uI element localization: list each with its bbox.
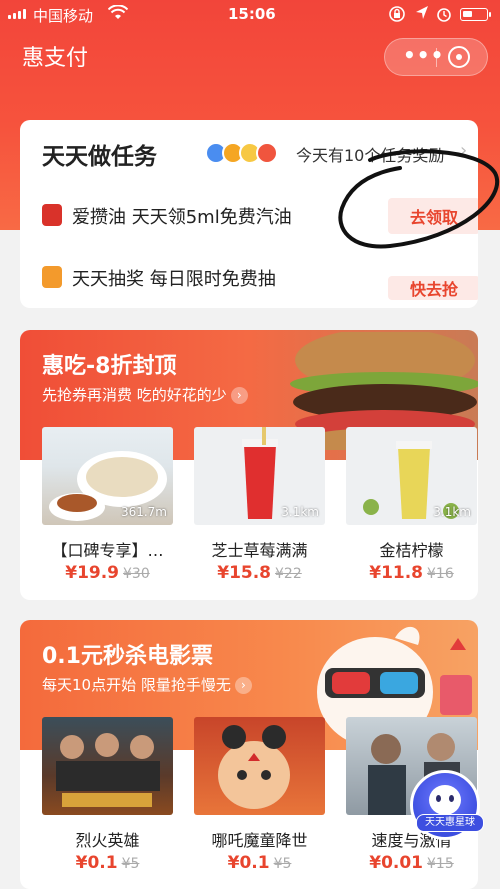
carrier-label: 中国移动 bbox=[33, 7, 94, 25]
item-name: 金桔柠檬 bbox=[379, 541, 444, 560]
movie-name: 烈火英雄 bbox=[75, 831, 140, 850]
movie-poster bbox=[42, 717, 173, 815]
more-button[interactable]: ••• bbox=[403, 43, 444, 67]
chevron-right-icon[interactable]: › bbox=[460, 140, 467, 161]
price-row: ¥15.8 ¥22 bbox=[194, 563, 325, 583]
original-price: ¥16 bbox=[427, 566, 454, 582]
claim-button[interactable]: 去领取 bbox=[388, 198, 478, 234]
task-card: 天天做任务 今天有10个任务奖励 › 爱攒油 天天领5ml免费汽油 去领取 天天… bbox=[20, 120, 478, 308]
grab-button[interactable]: 快去抢 bbox=[388, 276, 478, 300]
price-row: ¥19.9 ¥30 bbox=[42, 563, 173, 583]
alarm-icon bbox=[435, 5, 453, 27]
gift-icon bbox=[42, 266, 62, 288]
price-row: ¥11.8 ¥16 bbox=[346, 563, 477, 583]
original-price: ¥5 bbox=[273, 856, 292, 872]
location-icon bbox=[415, 5, 429, 25]
food-subtitle[interactable]: 先抢券再消费 吃的好花的少 › bbox=[42, 384, 248, 405]
close-icon[interactable] bbox=[448, 46, 470, 68]
movie-name: 哪吒魔童降世 bbox=[211, 831, 308, 850]
signal-icon bbox=[8, 9, 26, 19]
chevron-right-icon[interactable]: › bbox=[234, 677, 252, 694]
sale-price: ¥19.9 bbox=[65, 563, 120, 583]
mascot-icon bbox=[429, 785, 461, 815]
price-row: ¥0.1 ¥5 bbox=[42, 853, 173, 873]
sale-price: ¥0.1 bbox=[75, 853, 118, 873]
food-title: 惠吃-8折封顶 bbox=[42, 354, 177, 379]
original-price: ¥5 bbox=[121, 856, 140, 872]
miniapp-capsule: ••• bbox=[384, 38, 488, 76]
status-bar: 中国移动 15:06 bbox=[0, 0, 500, 30]
task-avatars bbox=[205, 142, 278, 164]
wifi-icon bbox=[107, 4, 129, 25]
movie-subtitle[interactable]: 每天10点开始 限量抢手慢无 › bbox=[42, 674, 252, 695]
rotation-lock-icon bbox=[388, 5, 406, 27]
battery-icon bbox=[460, 8, 491, 21]
distance-label: 3.1km bbox=[281, 505, 319, 519]
movie-promo-card[interactable]: 0.1元秒杀电影票 每天10点开始 限量抢手慢无 › 烈火英雄 ¥0.1 ¥5 哪吒… bbox=[20, 620, 478, 889]
clock: 15:06 bbox=[228, 5, 276, 23]
movie-title: 0.1元秒杀电影票 bbox=[42, 644, 213, 669]
task-item[interactable]: 天天抽奖 每日限时免费抽 快去抢 bbox=[42, 258, 478, 300]
distance-label: 3.1km bbox=[433, 505, 471, 519]
item-name: 芝士草莓满满 bbox=[211, 541, 308, 560]
movie-subtitle-text: 每天10点开始 限量抢手慢无 bbox=[42, 676, 231, 694]
food-list: 361.7m 【口碑专享】… ¥19.9 ¥30 3.1km 芝士草莓满满 ¥15… bbox=[42, 427, 478, 597]
task-label: 爱攒油 天天领5ml免费汽油 bbox=[72, 207, 292, 228]
price-row: ¥0.01 ¥15 bbox=[346, 853, 477, 873]
floating-button-label[interactable]: 天天惠星球 bbox=[416, 814, 484, 832]
chevron-right-icon[interactable]: › bbox=[230, 387, 248, 404]
fuel-icon bbox=[42, 204, 62, 226]
food-promo-card[interactable]: 惠吃-8折封顶 先抢券再消费 吃的好花的少 › 361.7m 【口碑专享】… ¥1… bbox=[20, 330, 478, 600]
more-dots-icon bbox=[256, 142, 278, 164]
item-name: 【口碑专享】… bbox=[51, 541, 164, 560]
task-label: 天天抽奖 每日限时免费抽 bbox=[72, 269, 276, 290]
original-price: ¥30 bbox=[123, 566, 150, 582]
sale-price: ¥0.01 bbox=[369, 853, 424, 873]
task-item[interactable]: 爱攒油 天天领5ml免费汽油 去领取 bbox=[42, 196, 478, 236]
page-title: 惠支付 bbox=[22, 46, 89, 71]
capsule-divider bbox=[436, 48, 437, 67]
price-row: ¥0.1 ¥5 bbox=[194, 853, 325, 873]
sale-price: ¥15.8 bbox=[217, 563, 272, 583]
task-card-title: 天天做任务 bbox=[42, 144, 157, 170]
sale-price: ¥11.8 bbox=[369, 563, 424, 583]
task-summary[interactable]: 今天有10个任务奖励 bbox=[296, 142, 444, 166]
food-subtitle-text: 先抢券再消费 吃的好花的少 bbox=[42, 386, 227, 404]
sale-price: ¥0.1 bbox=[227, 853, 270, 873]
movie-poster bbox=[194, 717, 325, 815]
original-price: ¥15 bbox=[427, 856, 454, 872]
distance-label: 361.7m bbox=[120, 505, 167, 519]
original-price: ¥22 bbox=[275, 566, 302, 582]
